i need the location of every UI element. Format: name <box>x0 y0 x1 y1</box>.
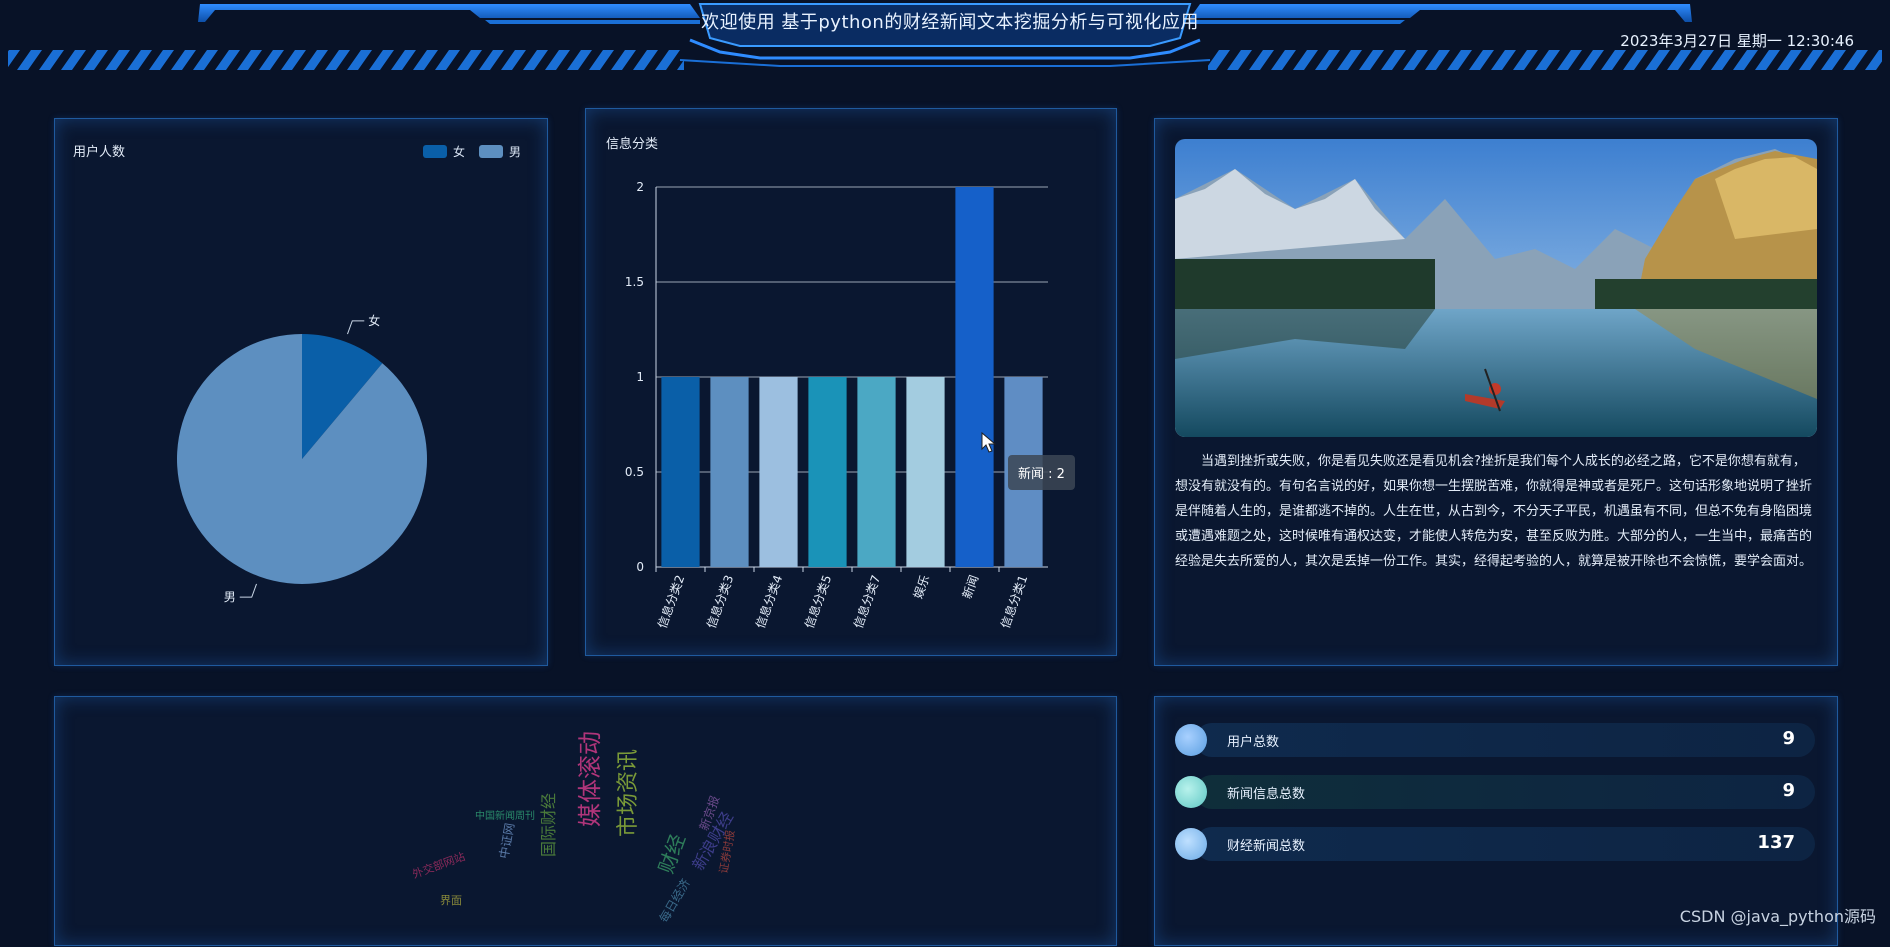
stat-news-total: 新闻信息总数 9 <box>1175 775 1815 809</box>
stat-finance-news-total: 财经新闻总数 137 <box>1175 827 1815 861</box>
bar[interactable] <box>759 377 798 567</box>
stat-value: 137 <box>1757 832 1795 853</box>
word-cloud-word[interactable]: 媒体滚动 <box>570 731 605 827</box>
info-category-panel: 信息分类 0 0.5 1 1.5 2 信息分类2 信息分类3 信息分类4 信息分类5 信息分类7 娱… <box>585 108 1117 656</box>
bar-tooltip: 新闻 : 2 <box>1008 455 1075 490</box>
bar-x-label: 信息分类4 <box>752 573 785 630</box>
stat-value: 9 <box>1782 780 1795 801</box>
bar-x-label: 信息分类7 <box>850 573 883 630</box>
bar-y-tick: 2 <box>636 180 644 194</box>
user-pie-chart[interactable]: 女男 <box>55 119 549 667</box>
pie-label-line <box>347 320 365 335</box>
bar[interactable] <box>661 377 700 567</box>
stat-value: 9 <box>1782 728 1795 749</box>
bar[interactable] <box>808 377 847 567</box>
word-cloud-word[interactable]: 国际财经 <box>535 793 559 857</box>
bar-y-tick: 0 <box>636 560 644 574</box>
pie-slice[interactable] <box>177 334 427 584</box>
stat-label: 用户总数 <box>1227 735 1280 750</box>
bar-x-label: 信息分类5 <box>801 573 834 630</box>
word-cloud[interactable]: 媒体滚动 市场资讯 财经 新浪财经 国际财经 中国新闻周刊 外交部网站 界面 中证网 新京报 证券时… <box>55 697 1118 947</box>
word-cloud-word[interactable]: 中证网 <box>495 822 518 860</box>
info-bar-chart[interactable]: 0 0.5 1 1.5 2 信息分类2 信息分类3 信息分类4 信息分类5 信息分类7 娱乐 新闻 信息… <box>586 109 1118 657</box>
stat-dot-icon <box>1175 828 1207 860</box>
mouse-cursor-icon <box>981 431 997 453</box>
bar[interactable] <box>857 377 896 567</box>
user-count-panel: 用户人数 女 男 女男 <box>54 118 548 666</box>
article-panel: 当遇到挫折或失败，你是看见失败还是看见机会?挫折是我们每个人成长的必经之路，它不… <box>1154 118 1838 666</box>
header-bar: 欢迎使用 基于python的财经新闻文本挖掘分析与可视化应用 2023年3月27… <box>0 0 1890 80</box>
word-cloud-word[interactable]: 界面 <box>440 892 462 908</box>
lake-mountain-illustration <box>1175 139 1817 437</box>
stat-label: 新闻信息总数 <box>1227 787 1306 802</box>
bar[interactable] <box>955 187 994 567</box>
word-cloud-word[interactable]: 外交部网站 <box>410 848 467 882</box>
bar-x-label: 娱乐 <box>911 573 932 600</box>
pie-label: 男 <box>224 590 236 604</box>
bar-x-label: 信息分类3 <box>703 573 736 630</box>
pie-label: 女 <box>368 313 380 328</box>
bar-y-tick: 1.5 <box>625 275 644 289</box>
bar-x-label: 新闻 <box>959 573 981 601</box>
page-title: 欢迎使用 基于python的财经新闻文本挖掘分析与可视化应用 <box>701 12 1199 33</box>
bar-y-tick: 1 <box>636 370 644 384</box>
stat-dot-icon <box>1175 724 1207 756</box>
word-cloud-panel: 媒体滚动 市场资讯 财经 新浪财经 国际财经 中国新闻周刊 外交部网站 界面 中证网 新京报 证券时… <box>54 696 1117 946</box>
landscape-image <box>1175 139 1817 437</box>
bar[interactable] <box>906 377 945 567</box>
bar[interactable] <box>710 377 749 567</box>
stat-label: 财经新闻总数 <box>1227 839 1306 854</box>
stat-dot-icon <box>1175 776 1207 808</box>
datetime-display: 2023年3月27日 星期一 12:30:46 <box>1620 32 1854 50</box>
pie-label-line <box>239 583 257 598</box>
stat-bar-bg <box>1195 723 1815 757</box>
stat-user-total: 用户总数 9 <box>1175 723 1815 757</box>
word-cloud-word[interactable]: 中国新闻周刊 <box>475 807 535 822</box>
bar-x-label: 信息分类1 <box>997 573 1030 630</box>
bar-x-label: 信息分类2 <box>654 573 687 630</box>
word-cloud-word[interactable]: 市场资讯 <box>610 749 642 837</box>
word-cloud-word[interactable]: 财经 <box>650 829 691 877</box>
watermark-text: CSDN @java_python源码 <box>1679 907 1876 926</box>
word-cloud-word[interactable]: 每日经济 <box>655 875 694 925</box>
bar-y-tick: 0.5 <box>625 465 644 479</box>
article-text: 当遇到挫折或失败，你是看见失败还是看见机会?挫折是我们每个人成长的必经之路，它不… <box>1175 454 1813 569</box>
